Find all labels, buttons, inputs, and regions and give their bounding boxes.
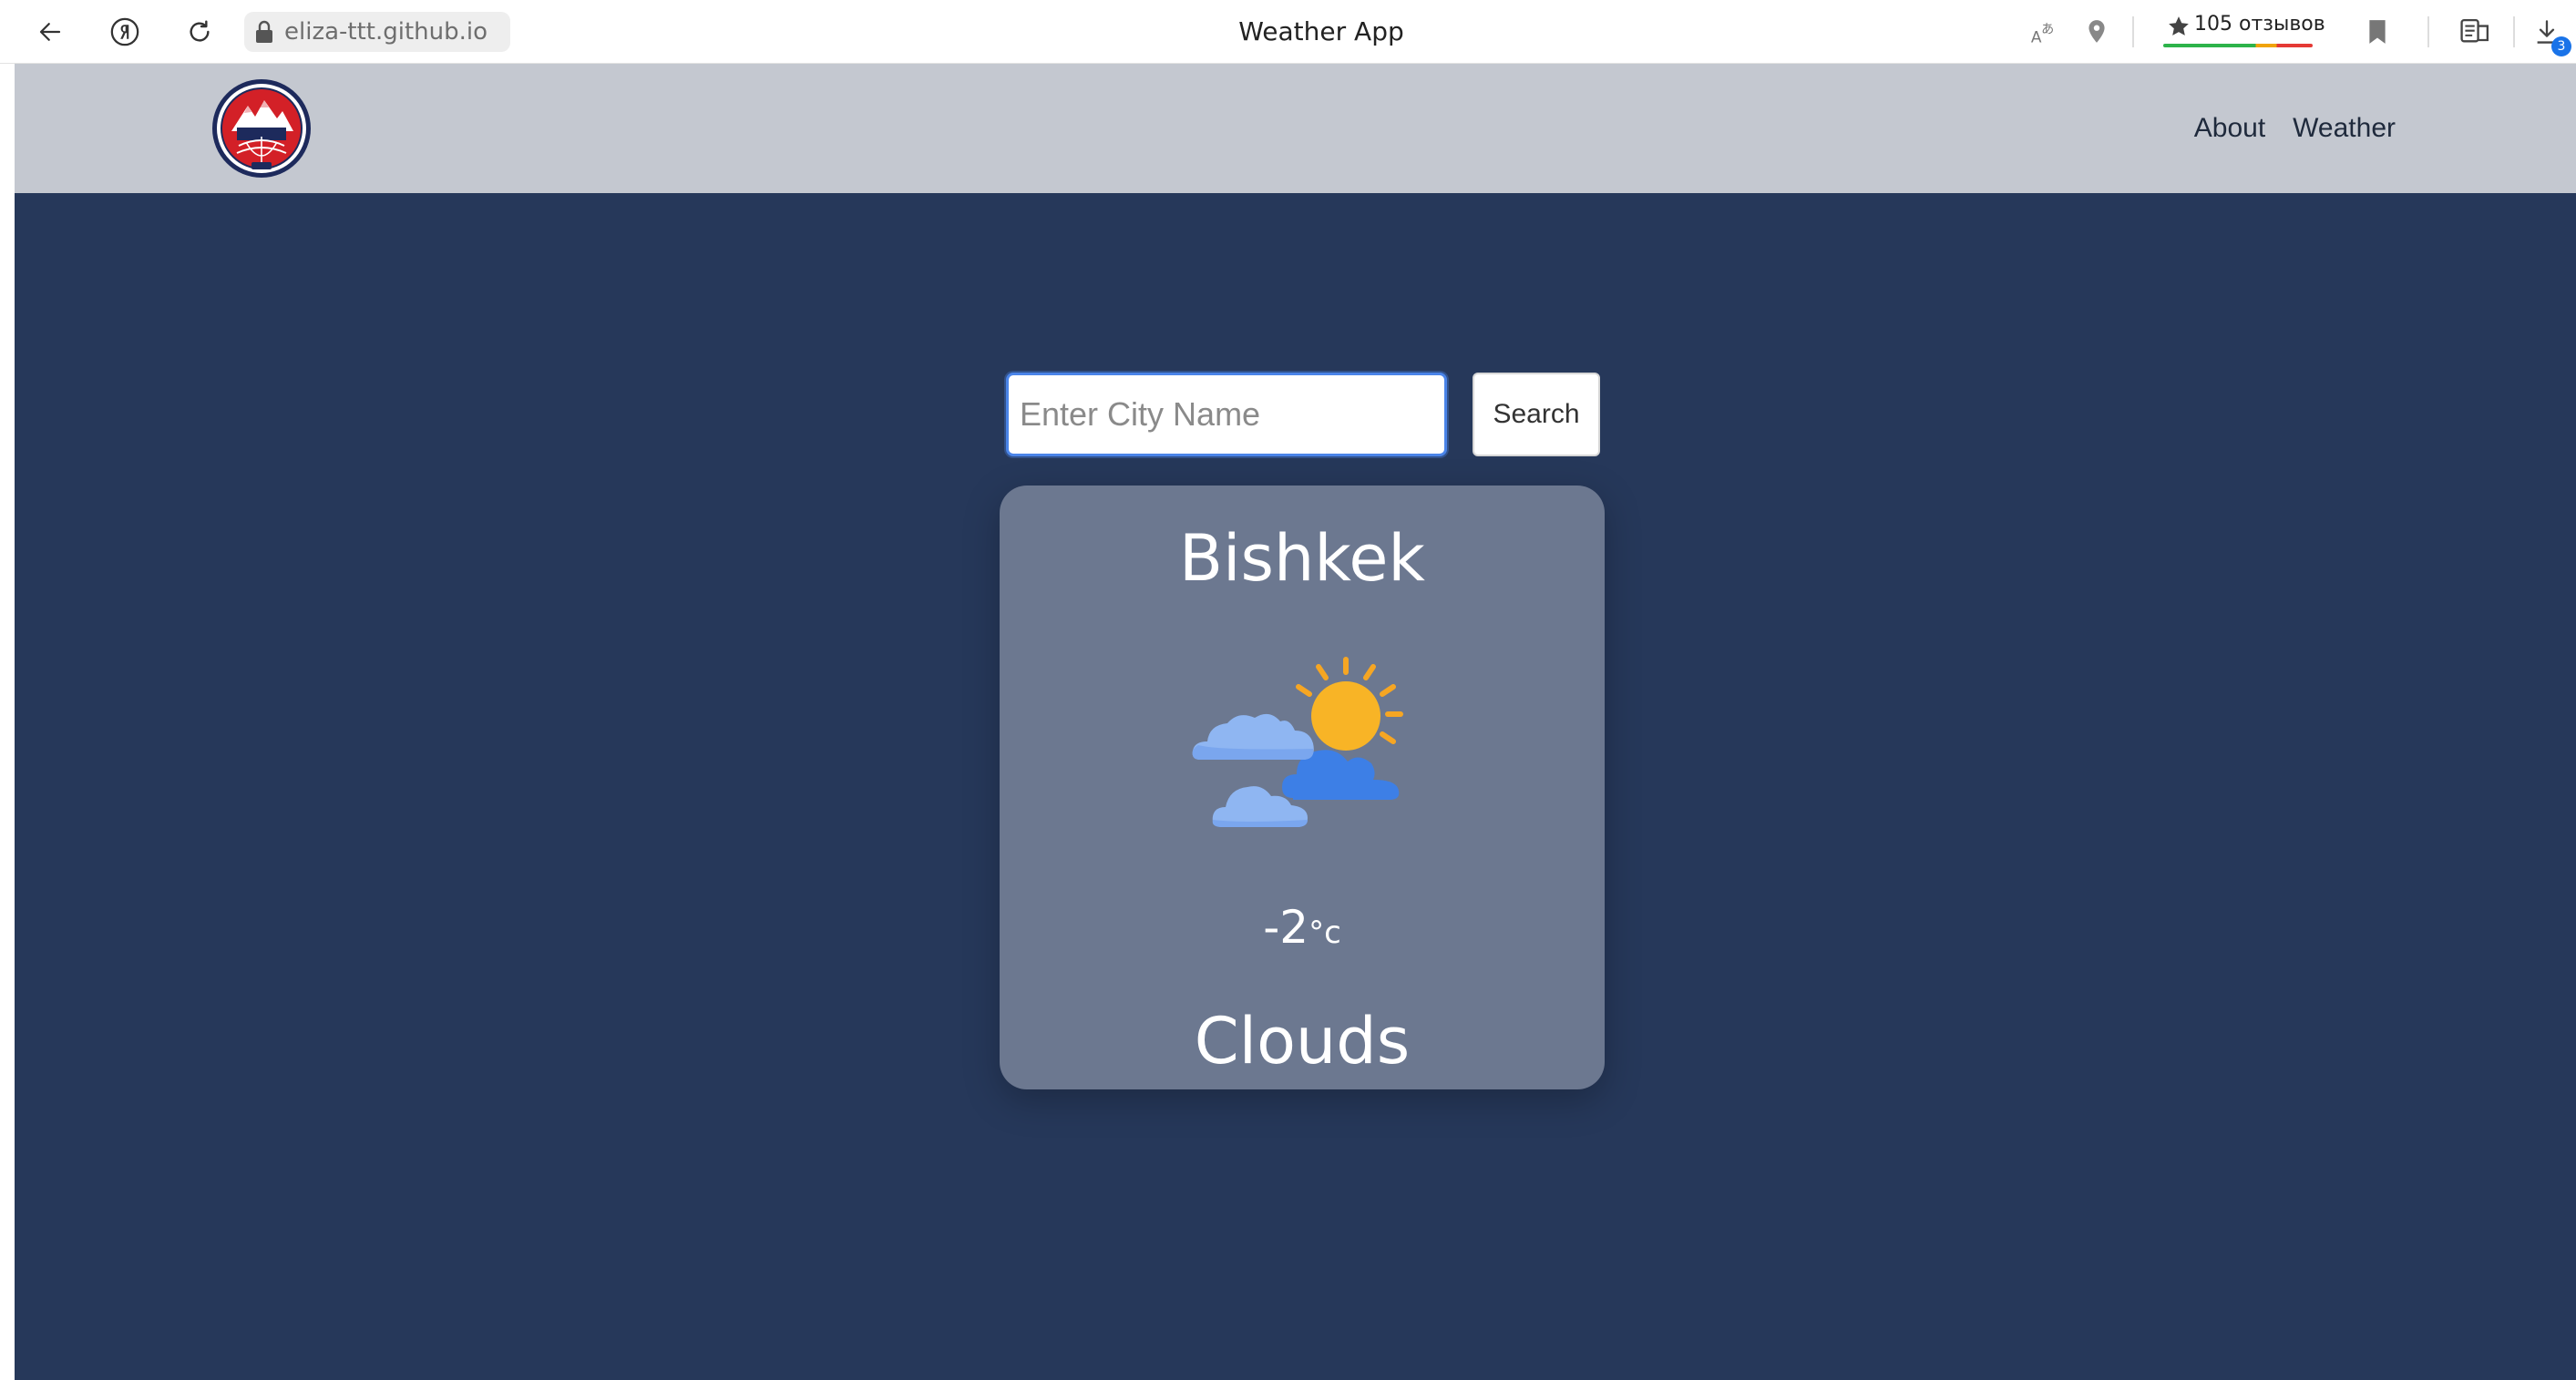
translate-icon: A あ xyxy=(2031,22,2055,46)
svg-text:A: A xyxy=(2031,28,2042,46)
bookmark-button[interactable] xyxy=(2358,13,2396,51)
yandex-icon xyxy=(110,17,139,46)
bookmark-icon xyxy=(2369,20,2386,44)
browser-toolbar: eliza-ttt.github.io Weather App A あ 105 … xyxy=(0,0,2576,64)
university-logo[interactable] xyxy=(211,78,312,179)
temperature-value: -2 xyxy=(1263,901,1309,954)
reader-mode-button[interactable] xyxy=(2457,13,2495,51)
search-button[interactable]: Search xyxy=(1473,373,1600,456)
reader-mode-icon xyxy=(2460,18,2489,43)
weather-card: Bishkek -2°c Clouds xyxy=(1000,486,1605,1089)
ala-too-logo-icon xyxy=(212,79,311,178)
toolbar-divider xyxy=(2427,16,2429,47)
star-icon xyxy=(2169,16,2189,36)
toolbar-divider xyxy=(2513,16,2515,47)
url-text: eliza-ttt.github.io xyxy=(284,18,488,46)
lock-icon xyxy=(256,20,272,43)
city-search-input[interactable] xyxy=(1006,373,1447,456)
svg-text:あ: あ xyxy=(2041,22,2054,36)
sun-behind-clouds-icon xyxy=(1192,657,1403,827)
address-bar[interactable]: eliza-ttt.github.io xyxy=(244,12,510,52)
temperature: -2°c xyxy=(1000,900,1605,966)
downloads-button[interactable]: 3 xyxy=(2528,13,2571,56)
weather-page: About Weather Search Bishkek xyxy=(15,64,2576,1380)
downloads-badge: 3 xyxy=(2551,36,2571,56)
rating-bar xyxy=(2163,44,2313,47)
location-button[interactable] xyxy=(2078,13,2116,51)
translate-button[interactable]: A あ xyxy=(2025,13,2063,51)
nav-link-weather[interactable]: Weather xyxy=(2293,113,2396,144)
page-title: Weather App xyxy=(1238,16,1404,46)
nav-link-about[interactable]: About xyxy=(2194,113,2265,144)
location-pin-icon xyxy=(2089,20,2105,43)
yandex-home-button[interactable] xyxy=(104,11,146,53)
reviews-count: 105 отзывов xyxy=(2194,13,2325,36)
main-nav: About Weather xyxy=(2194,64,2396,193)
weather-condition: Clouds xyxy=(1194,1004,1411,1078)
reload-button[interactable] xyxy=(179,11,221,53)
city-name: Bishkek xyxy=(1179,521,1425,596)
back-arrow-icon xyxy=(39,23,61,41)
site-header: About Weather xyxy=(15,64,2576,193)
temperature-unit: °c xyxy=(1309,915,1341,951)
reviews-button[interactable]: 105 отзывов xyxy=(2161,9,2325,55)
reload-icon xyxy=(190,20,210,42)
back-button[interactable] xyxy=(29,11,71,53)
search-form: Search xyxy=(1006,373,1626,456)
toolbar-divider xyxy=(2132,16,2134,47)
